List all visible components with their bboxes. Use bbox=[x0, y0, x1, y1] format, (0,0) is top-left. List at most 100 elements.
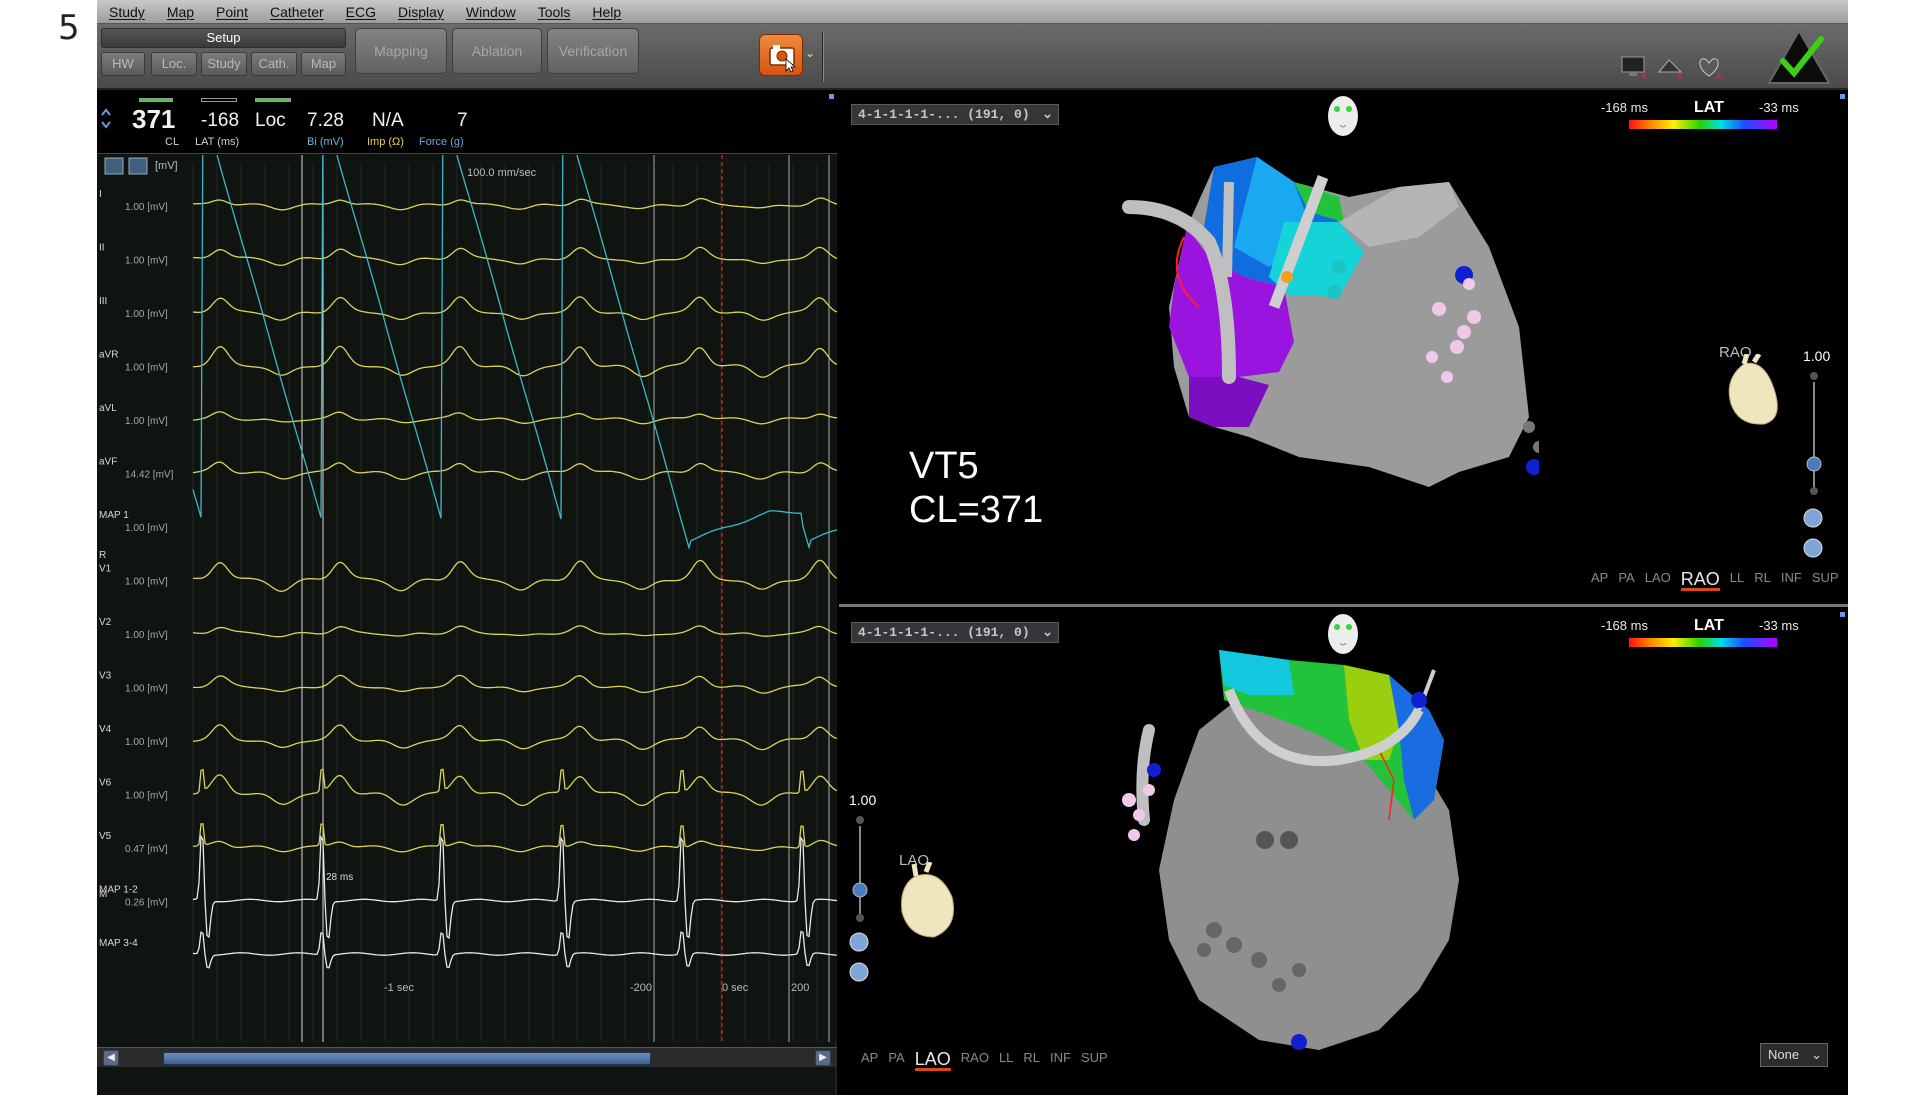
time-axis-label: 0 sec bbox=[722, 982, 749, 994]
channel-label[interactable]: aVF bbox=[99, 457, 117, 468]
channel-label[interactable]: V1 bbox=[99, 564, 112, 575]
menu-tools[interactable]: Tools bbox=[538, 4, 571, 20]
rotate-controls[interactable] bbox=[847, 930, 871, 984]
channel-label[interactable]: V5 bbox=[99, 831, 112, 842]
setup-tab-loc[interactable]: Loc. bbox=[151, 52, 197, 76]
setup-tab-study[interactable]: Study bbox=[201, 52, 247, 76]
heart-3d-map-rao[interactable] bbox=[1039, 127, 1539, 547]
channel-scale[interactable]: 1.00 [mV] bbox=[125, 363, 168, 374]
map-selector[interactable]: 4-1-1-1-1-... (191, 0) ⌄ bbox=[851, 622, 1059, 643]
menu-point[interactable]: Point bbox=[216, 4, 248, 20]
map-selector[interactable]: 4-1-1-1-1-... (191, 0) ⌄ bbox=[851, 104, 1059, 125]
overlay-select[interactable]: None ⌄ bbox=[1760, 1043, 1828, 1067]
scroll-left-icon[interactable]: ◀ bbox=[103, 1050, 119, 1066]
channel-scale[interactable]: 1.00 [mV] bbox=[125, 577, 168, 588]
map-view-top[interactable]: 4-1-1-1-1-... (191, 0) ⌄ -168 ms LAT -33… bbox=[839, 92, 1848, 607]
channel-scale[interactable]: 0.47 [mV] bbox=[125, 844, 168, 855]
channel-label[interactable]: aVR bbox=[99, 350, 118, 361]
menu-map[interactable]: Map bbox=[167, 4, 194, 20]
bipolar-label: Bi (mV) bbox=[307, 136, 344, 148]
pane-corner-marker bbox=[829, 94, 834, 99]
view-ll[interactable]: LL bbox=[1730, 570, 1744, 591]
zoom-tool-icon[interactable] bbox=[104, 157, 124, 175]
map-view-bottom[interactable]: 4-1-1-1-1-... (191, 0) ⌄ -168 ms LAT -33… bbox=[839, 610, 1848, 1095]
channel-scale[interactable]: 1.00 [mV] bbox=[125, 737, 168, 748]
view-ll[interactable]: LL bbox=[999, 1050, 1013, 1071]
channel-scale[interactable]: 14.42 [mV] bbox=[125, 470, 174, 481]
monitor-status-icon[interactable]: x bbox=[1619, 54, 1649, 80]
view-rao[interactable]: RAO bbox=[961, 1050, 989, 1071]
view-sup[interactable]: SUP bbox=[1081, 1050, 1108, 1071]
phase-verification-button[interactable]: Verification bbox=[547, 28, 639, 74]
channel-label[interactable]: I bbox=[99, 189, 102, 200]
force-label: Force (g) bbox=[419, 136, 464, 148]
setup-button[interactable]: Setup bbox=[101, 28, 346, 48]
phase-ablation-button[interactable]: Ablation bbox=[452, 28, 542, 74]
view-rl[interactable]: RL bbox=[1754, 570, 1771, 591]
zoom-value: 1.00 bbox=[849, 792, 877, 808]
menu-ecg[interactable]: ECG bbox=[346, 4, 376, 20]
phase-mapping-button[interactable]: Mapping bbox=[355, 28, 447, 74]
setup-group: Setup HW Loc. Study Cath. Map bbox=[101, 28, 346, 78]
lat-quality-bar bbox=[201, 98, 237, 102]
orientation-heart-icon[interactable] bbox=[1719, 354, 1789, 434]
menu-catheter[interactable]: Catheter bbox=[270, 4, 324, 20]
marker-m-label: M bbox=[99, 889, 107, 900]
snapshot-button[interactable] bbox=[759, 34, 803, 76]
channel-scale[interactable]: 1.00 [mV] bbox=[125, 791, 168, 802]
channel-label[interactable]: II bbox=[99, 243, 105, 254]
ecg-time-scrollbar[interactable]: ◀ ▶ bbox=[97, 1047, 837, 1067]
menu-display[interactable]: Display bbox=[398, 4, 444, 20]
channel-label[interactable]: aVL bbox=[99, 403, 117, 414]
vt-annotation: VT5 CL=371 bbox=[909, 444, 1043, 532]
view-rl[interactable]: RL bbox=[1023, 1050, 1040, 1071]
setup-tab-hw[interactable]: HW bbox=[101, 52, 145, 76]
channel-scale[interactable]: 1.00 [mV] bbox=[125, 256, 168, 267]
view-ap[interactable]: AP bbox=[1591, 570, 1608, 591]
patch-status-icon[interactable]: x bbox=[1655, 54, 1685, 80]
channel-label[interactable]: MAP 1 bbox=[99, 510, 129, 521]
channel-label[interactable]: V3 bbox=[99, 671, 112, 682]
channel-scale[interactable]: 1.00 [mV] bbox=[125, 630, 168, 641]
heart-status-icon[interactable]: x bbox=[1694, 54, 1724, 80]
channel-scale[interactable]: 0.26 [mV] bbox=[125, 898, 168, 909]
channel-label[interactable]: V6 bbox=[99, 778, 112, 789]
scrollbar-thumb[interactable] bbox=[163, 1052, 651, 1065]
view-pa[interactable]: PA bbox=[888, 1050, 904, 1071]
channel-scale[interactable]: 1.00 [mV] bbox=[125, 523, 168, 534]
view-inf[interactable]: INF bbox=[1781, 570, 1802, 591]
rotate-controls[interactable] bbox=[1801, 506, 1825, 560]
scroll-right-icon[interactable]: ▶ bbox=[815, 1050, 831, 1066]
channel-label[interactable]: MAP 3-4 bbox=[99, 938, 138, 949]
setup-tab-map[interactable]: Map bbox=[301, 52, 346, 76]
readout-toggle-icon[interactable] bbox=[99, 106, 113, 132]
menu-help[interactable]: Help bbox=[592, 4, 621, 20]
view-lao[interactable]: LAO bbox=[914, 1050, 951, 1071]
pan-tool-icon[interactable] bbox=[128, 157, 148, 175]
heart-3d-map-lao[interactable] bbox=[1089, 640, 1569, 1070]
setup-tab-cath[interactable]: Cath. bbox=[251, 52, 297, 76]
menu-bar: Study Map Point Catheter ECG Display Window Too… bbox=[97, 0, 1848, 24]
channel-scale[interactable]: 1.00 [mV] bbox=[125, 684, 168, 695]
channel-label[interactable]: V4 bbox=[99, 724, 112, 735]
snapshot-dropdown-arrow[interactable]: ⌄ bbox=[805, 46, 815, 60]
view-rao[interactable]: RAO bbox=[1680, 570, 1720, 591]
channel-label[interactable]: III bbox=[99, 296, 107, 307]
orientation-heart-icon[interactable] bbox=[894, 862, 964, 947]
menu-study[interactable]: Study bbox=[109, 4, 145, 20]
zoom-slider[interactable] bbox=[1802, 370, 1826, 520]
view-pa[interactable]: PA bbox=[1618, 570, 1634, 591]
view-lao[interactable]: LAO bbox=[1645, 570, 1671, 591]
view-inf[interactable]: INF bbox=[1050, 1050, 1071, 1071]
channel-label[interactable]: V2 bbox=[99, 617, 112, 628]
force-value: 7 bbox=[457, 110, 468, 131]
mapping-app-window: Study Map Point Catheter ECG Display Window Too… bbox=[97, 0, 1848, 1095]
view-ap[interactable]: AP bbox=[861, 1050, 878, 1071]
lat-label: LAT (ms) bbox=[195, 136, 240, 148]
menu-window[interactable]: Window bbox=[466, 4, 516, 20]
view-sup[interactable]: SUP bbox=[1812, 570, 1839, 591]
channel-scale[interactable]: 1.00 [mV] bbox=[125, 309, 168, 320]
channel-scale[interactable]: 1.00 [mV] bbox=[125, 416, 168, 427]
sweep-speed-label: 100.0 mm/sec bbox=[467, 167, 537, 179]
channel-scale[interactable]: 1.00 [mV] bbox=[125, 202, 168, 213]
